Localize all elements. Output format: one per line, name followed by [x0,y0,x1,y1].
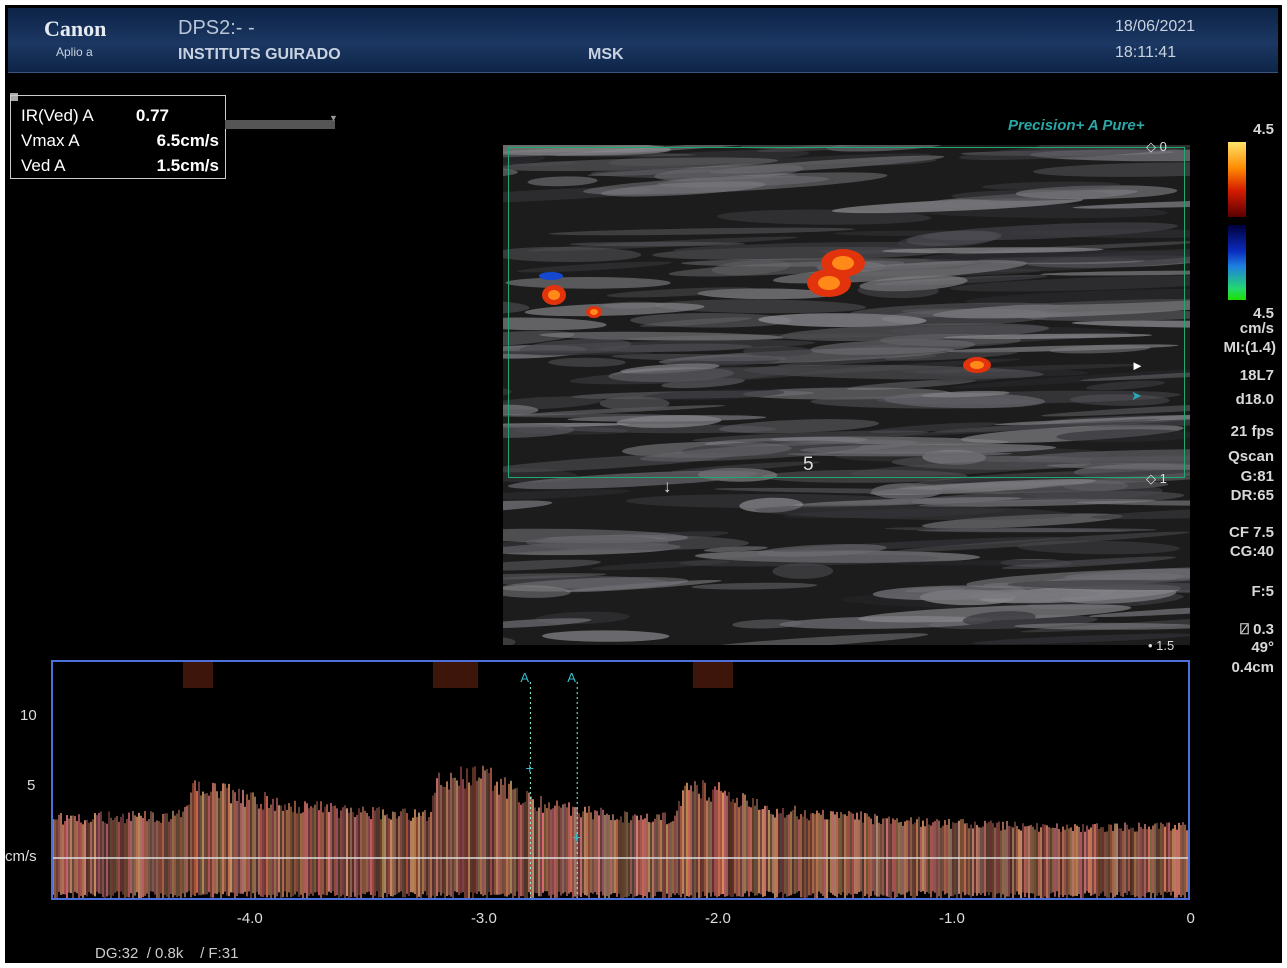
doppler-gain: DG:32 [95,945,139,962]
caliper-cross: + [525,760,534,777]
spectrum-svg: A + A + [53,662,1188,898]
measurement-label: IR(Ved) A [21,106,94,125]
depth-mid: ◇ 1 [1146,471,1167,486]
gain: G:81 [1240,468,1274,485]
color-doppler-box[interactable] [508,147,1185,478]
caliper-cross: + [572,829,581,846]
measurement-ir: IR(Ved) A 0.77 [21,106,219,126]
caliper-label: A [567,670,576,685]
model-name: Aplio a [56,45,93,59]
depth-bottom-label: 1.5 [1156,638,1175,653]
x-tick-label: -1.0 [938,910,965,927]
measurement-value: 1.5cm/s [156,156,219,175]
angle-value: 0.3 [1253,621,1274,638]
color-focus-marker-icon: ➤ [1131,388,1142,403]
measurement-value: 0.77 [135,106,169,125]
measurement-vmax: Vmax A 6.5cm/s [21,131,219,151]
dynamic-range: DR:65 [1230,487,1274,504]
preset-label: MSK [588,46,624,63]
date: 18/06/2021 [1115,18,1196,35]
focus-marker-icon: ► [1131,358,1144,373]
focus: F:5 [1251,583,1275,600]
mi-value: MI:(1.4) [1223,339,1277,356]
x-tick-label: -4.0 [236,910,263,927]
y-tick-10: 10 [20,707,37,724]
header-bar: Canon Aplio a DPS2:- - INSTITUTS GUIRADO… [8,8,1278,73]
color-gain: CG:40 [1229,543,1274,560]
pure-label: A Pure+ [1087,117,1145,134]
depth-bottom: • 1.5 [1148,638,1175,653]
color-frequency: CF 7.5 [1228,524,1274,541]
slider-marker-icon: ▼ [329,113,338,123]
measurement-label: Vmax A [21,131,80,150]
qscan: QQscan [1227,448,1274,465]
qscan-label: Qscan [1228,448,1274,465]
caliper-label: A [520,670,529,685]
x-tick-label: -2.0 [704,910,731,927]
measurement-label: Ved A [21,156,66,175]
scale-unit: cm/s [1239,320,1274,337]
measurement-slider[interactable] [225,120,335,129]
ultrasound-screen: Canon Aplio a DPS2:- - INSTITUTS GUIRADO… [5,5,1282,963]
fps: 21 fps [1230,423,1274,440]
institution-name: INSTITUTS GUIRADO [178,46,341,63]
prf: / 0.8k [146,945,184,962]
depth-mid-label: 1 [1159,471,1167,486]
time: 18:11:41 [1115,44,1177,61]
x-tick-label: -3.0 [470,910,497,927]
focus-number: 5 [803,454,814,475]
color-scale-positive [1228,142,1246,217]
measurement-box: IR(Ved) A 0.77 Vmax A 6.5cm/s Ved A 1.5cm/s [10,95,226,179]
color-scale-negative [1228,225,1246,300]
x-tick-label: 0 [1186,910,1195,927]
precision-label: Precision+ [1008,117,1085,134]
doppler-spectrum[interactable]: A + A + [51,660,1190,900]
gate-size: 0.4cm [1231,659,1274,676]
footer-info: DG:32 / 0.8k / F:31 [95,945,238,962]
dps-label: DPS2:- - [178,17,255,39]
brand-logo: Canon [44,16,107,41]
down-arrow-icon: ↓ [663,477,672,496]
aliasing-artifact [183,662,213,688]
measurement-value: 6.5cm/s [156,131,219,150]
aliasing-artifact [693,662,733,688]
y-tick-5: 5 [27,777,36,794]
angle-row: ⍁ 0.3 [1240,621,1274,638]
probe: 18L7 [1239,367,1274,384]
frame: / F:31 [200,945,239,962]
aliasing-artifact [433,662,478,688]
angle-degrees: 49° [1251,639,1274,656]
depth-top-label: 0 [1159,139,1167,154]
image-brand: Precision+ A Pure+ [1008,117,1144,134]
measurement-ved: Ved A 1.5cm/s [21,156,219,176]
y-unit: cm/s [5,848,37,865]
angle-icon: ⍁ [1239,621,1249,638]
depth-top: ◇ 0 [1146,139,1167,154]
depth: d18.0 [1235,391,1274,408]
scale-top: 4.5 [1253,121,1274,138]
